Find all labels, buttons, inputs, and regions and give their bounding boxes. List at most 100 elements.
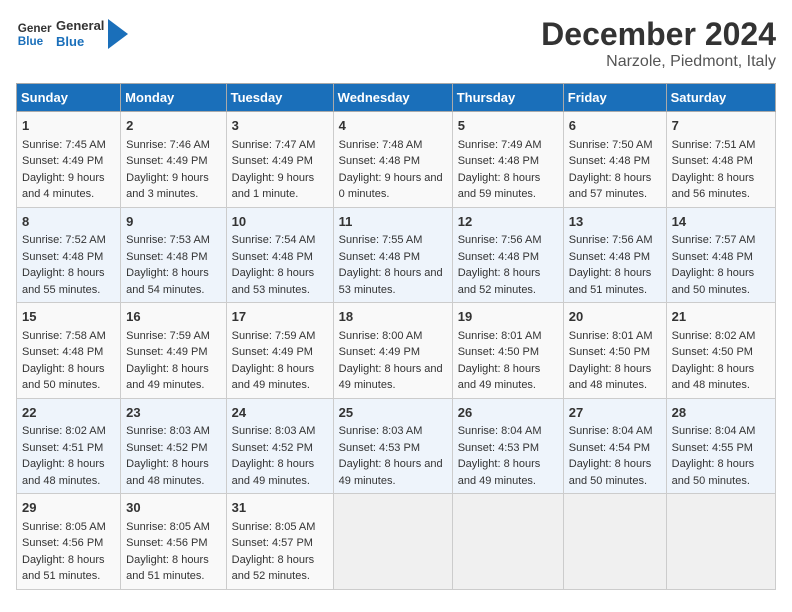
calendar-cell: 13 Sunrise: 7:56 AM Sunset: 4:48 PM Dayl… (563, 207, 666, 303)
day-number: 10 (232, 212, 328, 232)
daylight-text: Daylight: 8 hours and 49 minutes. (126, 363, 209, 392)
sunrise-text: Sunrise: 7:58 AM (22, 330, 106, 342)
calendar-cell: 10 Sunrise: 7:54 AM Sunset: 4:48 PM Dayl… (226, 207, 333, 303)
calendar-cell: 31 Sunrise: 8:05 AM Sunset: 4:57 PM Dayl… (226, 494, 333, 590)
daylight-text: Daylight: 8 hours and 49 minutes. (458, 458, 541, 487)
sunrise-text: Sunrise: 7:57 AM (672, 234, 756, 246)
sunset-text: Sunset: 4:50 PM (458, 346, 539, 358)
calendar-cell: 9 Sunrise: 7:53 AM Sunset: 4:48 PM Dayli… (121, 207, 226, 303)
daylight-text: Daylight: 8 hours and 49 minutes. (232, 458, 315, 487)
day-number: 7 (672, 116, 770, 136)
sunset-text: Sunset: 4:54 PM (569, 442, 650, 454)
daylight-text: Daylight: 8 hours and 56 minutes. (672, 172, 755, 201)
calendar-cell: 1 Sunrise: 7:45 AM Sunset: 4:49 PM Dayli… (17, 112, 121, 208)
sunrise-text: Sunrise: 7:56 AM (458, 234, 542, 246)
calendar-cell: 21 Sunrise: 8:02 AM Sunset: 4:50 PM Dayl… (666, 303, 775, 399)
calendar-cell: 23 Sunrise: 8:03 AM Sunset: 4:52 PM Dayl… (121, 398, 226, 494)
col-saturday: Saturday (666, 84, 775, 112)
sunset-text: Sunset: 4:48 PM (339, 155, 420, 167)
calendar-cell: 12 Sunrise: 7:56 AM Sunset: 4:48 PM Dayl… (452, 207, 563, 303)
sunset-text: Sunset: 4:48 PM (126, 251, 207, 263)
col-monday: Monday (121, 84, 226, 112)
calendar-cell: 6 Sunrise: 7:50 AM Sunset: 4:48 PM Dayli… (563, 112, 666, 208)
daylight-text: Daylight: 9 hours and 4 minutes. (22, 172, 105, 201)
daylight-text: Daylight: 8 hours and 50 minutes. (672, 458, 755, 487)
calendar-cell (666, 494, 775, 590)
day-number: 12 (458, 212, 558, 232)
page-header: General Blue General Blue December 2024 … (16, 16, 776, 71)
sunrise-text: Sunrise: 8:03 AM (232, 425, 316, 437)
daylight-text: Daylight: 8 hours and 49 minutes. (339, 458, 443, 487)
calendar-cell: 28 Sunrise: 8:04 AM Sunset: 4:55 PM Dayl… (666, 398, 775, 494)
subtitle: Narzole, Piedmont, Italy (541, 53, 776, 71)
sunset-text: Sunset: 4:49 PM (232, 346, 313, 358)
calendar-cell: 4 Sunrise: 7:48 AM Sunset: 4:48 PM Dayli… (333, 112, 452, 208)
sunrise-text: Sunrise: 7:50 AM (569, 139, 653, 151)
daylight-text: Daylight: 8 hours and 53 minutes. (339, 267, 443, 296)
daylight-text: Daylight: 8 hours and 51 minutes. (569, 267, 652, 296)
day-number: 19 (458, 307, 558, 327)
day-number: 2 (126, 116, 220, 136)
sunrise-text: Sunrise: 8:02 AM (672, 330, 756, 342)
sunrise-text: Sunrise: 8:01 AM (569, 330, 653, 342)
sunrise-text: Sunrise: 7:59 AM (126, 330, 210, 342)
daylight-text: Daylight: 8 hours and 57 minutes. (569, 172, 652, 201)
day-number: 24 (232, 403, 328, 423)
calendar-cell (333, 494, 452, 590)
calendar-cell (452, 494, 563, 590)
day-number: 1 (22, 116, 115, 136)
calendar-cell: 14 Sunrise: 7:57 AM Sunset: 4:48 PM Dayl… (666, 207, 775, 303)
day-number: 8 (22, 212, 115, 232)
day-number: 6 (569, 116, 661, 136)
col-thursday: Thursday (452, 84, 563, 112)
day-number: 4 (339, 116, 447, 136)
calendar-cell: 3 Sunrise: 7:47 AM Sunset: 4:49 PM Dayli… (226, 112, 333, 208)
day-number: 5 (458, 116, 558, 136)
sunset-text: Sunset: 4:48 PM (569, 251, 650, 263)
daylight-text: Daylight: 8 hours and 49 minutes. (339, 363, 443, 392)
col-tuesday: Tuesday (226, 84, 333, 112)
sunset-text: Sunset: 4:49 PM (339, 346, 420, 358)
daylight-text: Daylight: 9 hours and 0 minutes. (339, 172, 443, 201)
sunrise-text: Sunrise: 8:02 AM (22, 425, 106, 437)
daylight-text: Daylight: 8 hours and 50 minutes. (22, 363, 105, 392)
sunrise-text: Sunrise: 7:59 AM (232, 330, 316, 342)
logo-text-general: General (56, 18, 104, 34)
day-number: 20 (569, 307, 661, 327)
day-number: 9 (126, 212, 220, 232)
sunset-text: Sunset: 4:49 PM (22, 155, 103, 167)
calendar-table: Sunday Monday Tuesday Wednesday Thursday… (16, 83, 776, 590)
day-number: 14 (672, 212, 770, 232)
header-row: Sunday Monday Tuesday Wednesday Thursday… (17, 84, 776, 112)
sunrise-text: Sunrise: 8:01 AM (458, 330, 542, 342)
day-number: 11 (339, 212, 447, 232)
sunrise-text: Sunrise: 8:05 AM (232, 521, 316, 533)
sunset-text: Sunset: 4:52 PM (232, 442, 313, 454)
daylight-text: Daylight: 8 hours and 50 minutes. (672, 267, 755, 296)
sunset-text: Sunset: 4:48 PM (458, 155, 539, 167)
calendar-cell: 17 Sunrise: 7:59 AM Sunset: 4:49 PM Dayl… (226, 303, 333, 399)
sunset-text: Sunset: 4:50 PM (672, 346, 753, 358)
daylight-text: Daylight: 9 hours and 1 minute. (232, 172, 315, 201)
daylight-text: Daylight: 8 hours and 52 minutes. (232, 554, 315, 583)
sunset-text: Sunset: 4:49 PM (232, 155, 313, 167)
calendar-cell: 15 Sunrise: 7:58 AM Sunset: 4:48 PM Dayl… (17, 303, 121, 399)
calendar-cell: 7 Sunrise: 7:51 AM Sunset: 4:48 PM Dayli… (666, 112, 775, 208)
sunset-text: Sunset: 4:49 PM (126, 155, 207, 167)
daylight-text: Daylight: 8 hours and 50 minutes. (569, 458, 652, 487)
sunrise-text: Sunrise: 8:03 AM (126, 425, 210, 437)
daylight-text: Daylight: 8 hours and 48 minutes. (569, 363, 652, 392)
day-number: 22 (22, 403, 115, 423)
sunrise-text: Sunrise: 7:51 AM (672, 139, 756, 151)
daylight-text: Daylight: 8 hours and 51 minutes. (126, 554, 209, 583)
calendar-cell: 11 Sunrise: 7:55 AM Sunset: 4:48 PM Dayl… (333, 207, 452, 303)
col-wednesday: Wednesday (333, 84, 452, 112)
col-friday: Friday (563, 84, 666, 112)
sunset-text: Sunset: 4:56 PM (22, 537, 103, 549)
day-number: 16 (126, 307, 220, 327)
day-number: 23 (126, 403, 220, 423)
daylight-text: Daylight: 8 hours and 48 minutes. (672, 363, 755, 392)
title-block: December 2024 Narzole, Piedmont, Italy (541, 16, 776, 71)
calendar-cell: 16 Sunrise: 7:59 AM Sunset: 4:49 PM Dayl… (121, 303, 226, 399)
sunrise-text: Sunrise: 7:46 AM (126, 139, 210, 151)
